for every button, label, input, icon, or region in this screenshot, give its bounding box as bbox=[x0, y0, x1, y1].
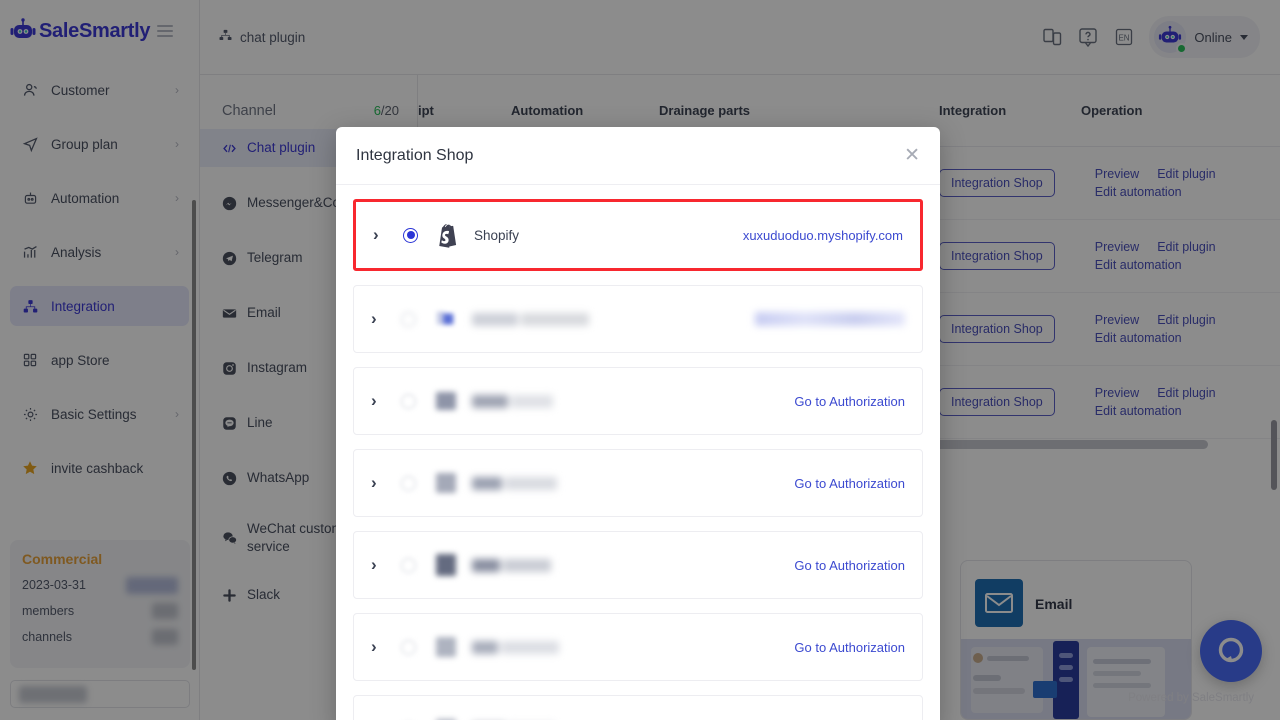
blurred-app-icon bbox=[432, 473, 460, 493]
radio-row-2[interactable] bbox=[401, 311, 416, 327]
integration-row-shopify[interactable]: › Shopify xuxuduoduo.myshopify.com bbox=[353, 199, 923, 271]
radio-row-3[interactable] bbox=[401, 393, 416, 409]
integration-name-blurred bbox=[472, 394, 553, 408]
go-to-authorization-link[interactable]: Go to Authorization bbox=[794, 476, 905, 491]
integration-name-blurred bbox=[472, 476, 557, 490]
integration-row-6[interactable]: › Go to Authorization bbox=[353, 613, 923, 681]
radio-shopify[interactable] bbox=[403, 227, 418, 243]
go-to-authorization-link[interactable]: Go to Authorization bbox=[794, 640, 905, 655]
integration-name-blurred bbox=[472, 312, 589, 326]
modal-body: › Shopify xuxuduoduo.myshopify.com › › G… bbox=[336, 185, 940, 720]
go-to-authorization-link[interactable]: Go to Authorization bbox=[794, 394, 905, 409]
blurred-app-icon bbox=[432, 392, 460, 410]
integration-shop-modal: Integration Shop ✕ › Shopify xuxuduoduo.… bbox=[336, 127, 940, 720]
go-to-authorization-link[interactable]: Go to Authorization bbox=[794, 558, 905, 573]
shopify-store-url[interactable]: xuxuduoduo.myshopify.com bbox=[743, 228, 903, 243]
chevron-right-icon[interactable]: › bbox=[371, 391, 393, 411]
chevron-right-icon[interactable]: › bbox=[371, 637, 393, 657]
modal-title: Integration Shop bbox=[356, 146, 474, 164]
blurred-app-icon bbox=[432, 637, 460, 657]
chevron-right-icon[interactable]: › bbox=[371, 473, 393, 493]
integration-url-blurred[interactable] bbox=[755, 312, 905, 326]
app-root: SaleSmartly Customer › Group plan › Auto… bbox=[0, 0, 1280, 720]
integration-name: Shopify bbox=[474, 227, 520, 243]
integration-row-4[interactable]: › Go to Authorization bbox=[353, 449, 923, 517]
integration-row-3[interactable]: › Go to Authorization bbox=[353, 367, 923, 435]
integration-row-2[interactable]: › bbox=[353, 285, 923, 353]
shopify-icon bbox=[434, 222, 462, 249]
radio-row-4[interactable] bbox=[401, 475, 416, 491]
integration-name-blurred bbox=[472, 640, 559, 654]
chevron-right-icon[interactable]: › bbox=[373, 225, 395, 245]
integration-row-7[interactable]: › bbox=[353, 695, 923, 720]
blurred-app-icon bbox=[432, 554, 460, 576]
integration-row-5[interactable]: › Go to Authorization bbox=[353, 531, 923, 599]
radio-row-6[interactable] bbox=[401, 639, 416, 655]
radio-row-5[interactable] bbox=[401, 557, 416, 573]
close-icon[interactable]: ✕ bbox=[904, 146, 920, 165]
modal-header: Integration Shop ✕ bbox=[336, 127, 940, 185]
chevron-right-icon[interactable]: › bbox=[371, 309, 393, 329]
blurred-app-icon bbox=[432, 308, 460, 330]
integration-name-blurred bbox=[472, 558, 551, 572]
chevron-right-icon[interactable]: › bbox=[371, 555, 393, 575]
